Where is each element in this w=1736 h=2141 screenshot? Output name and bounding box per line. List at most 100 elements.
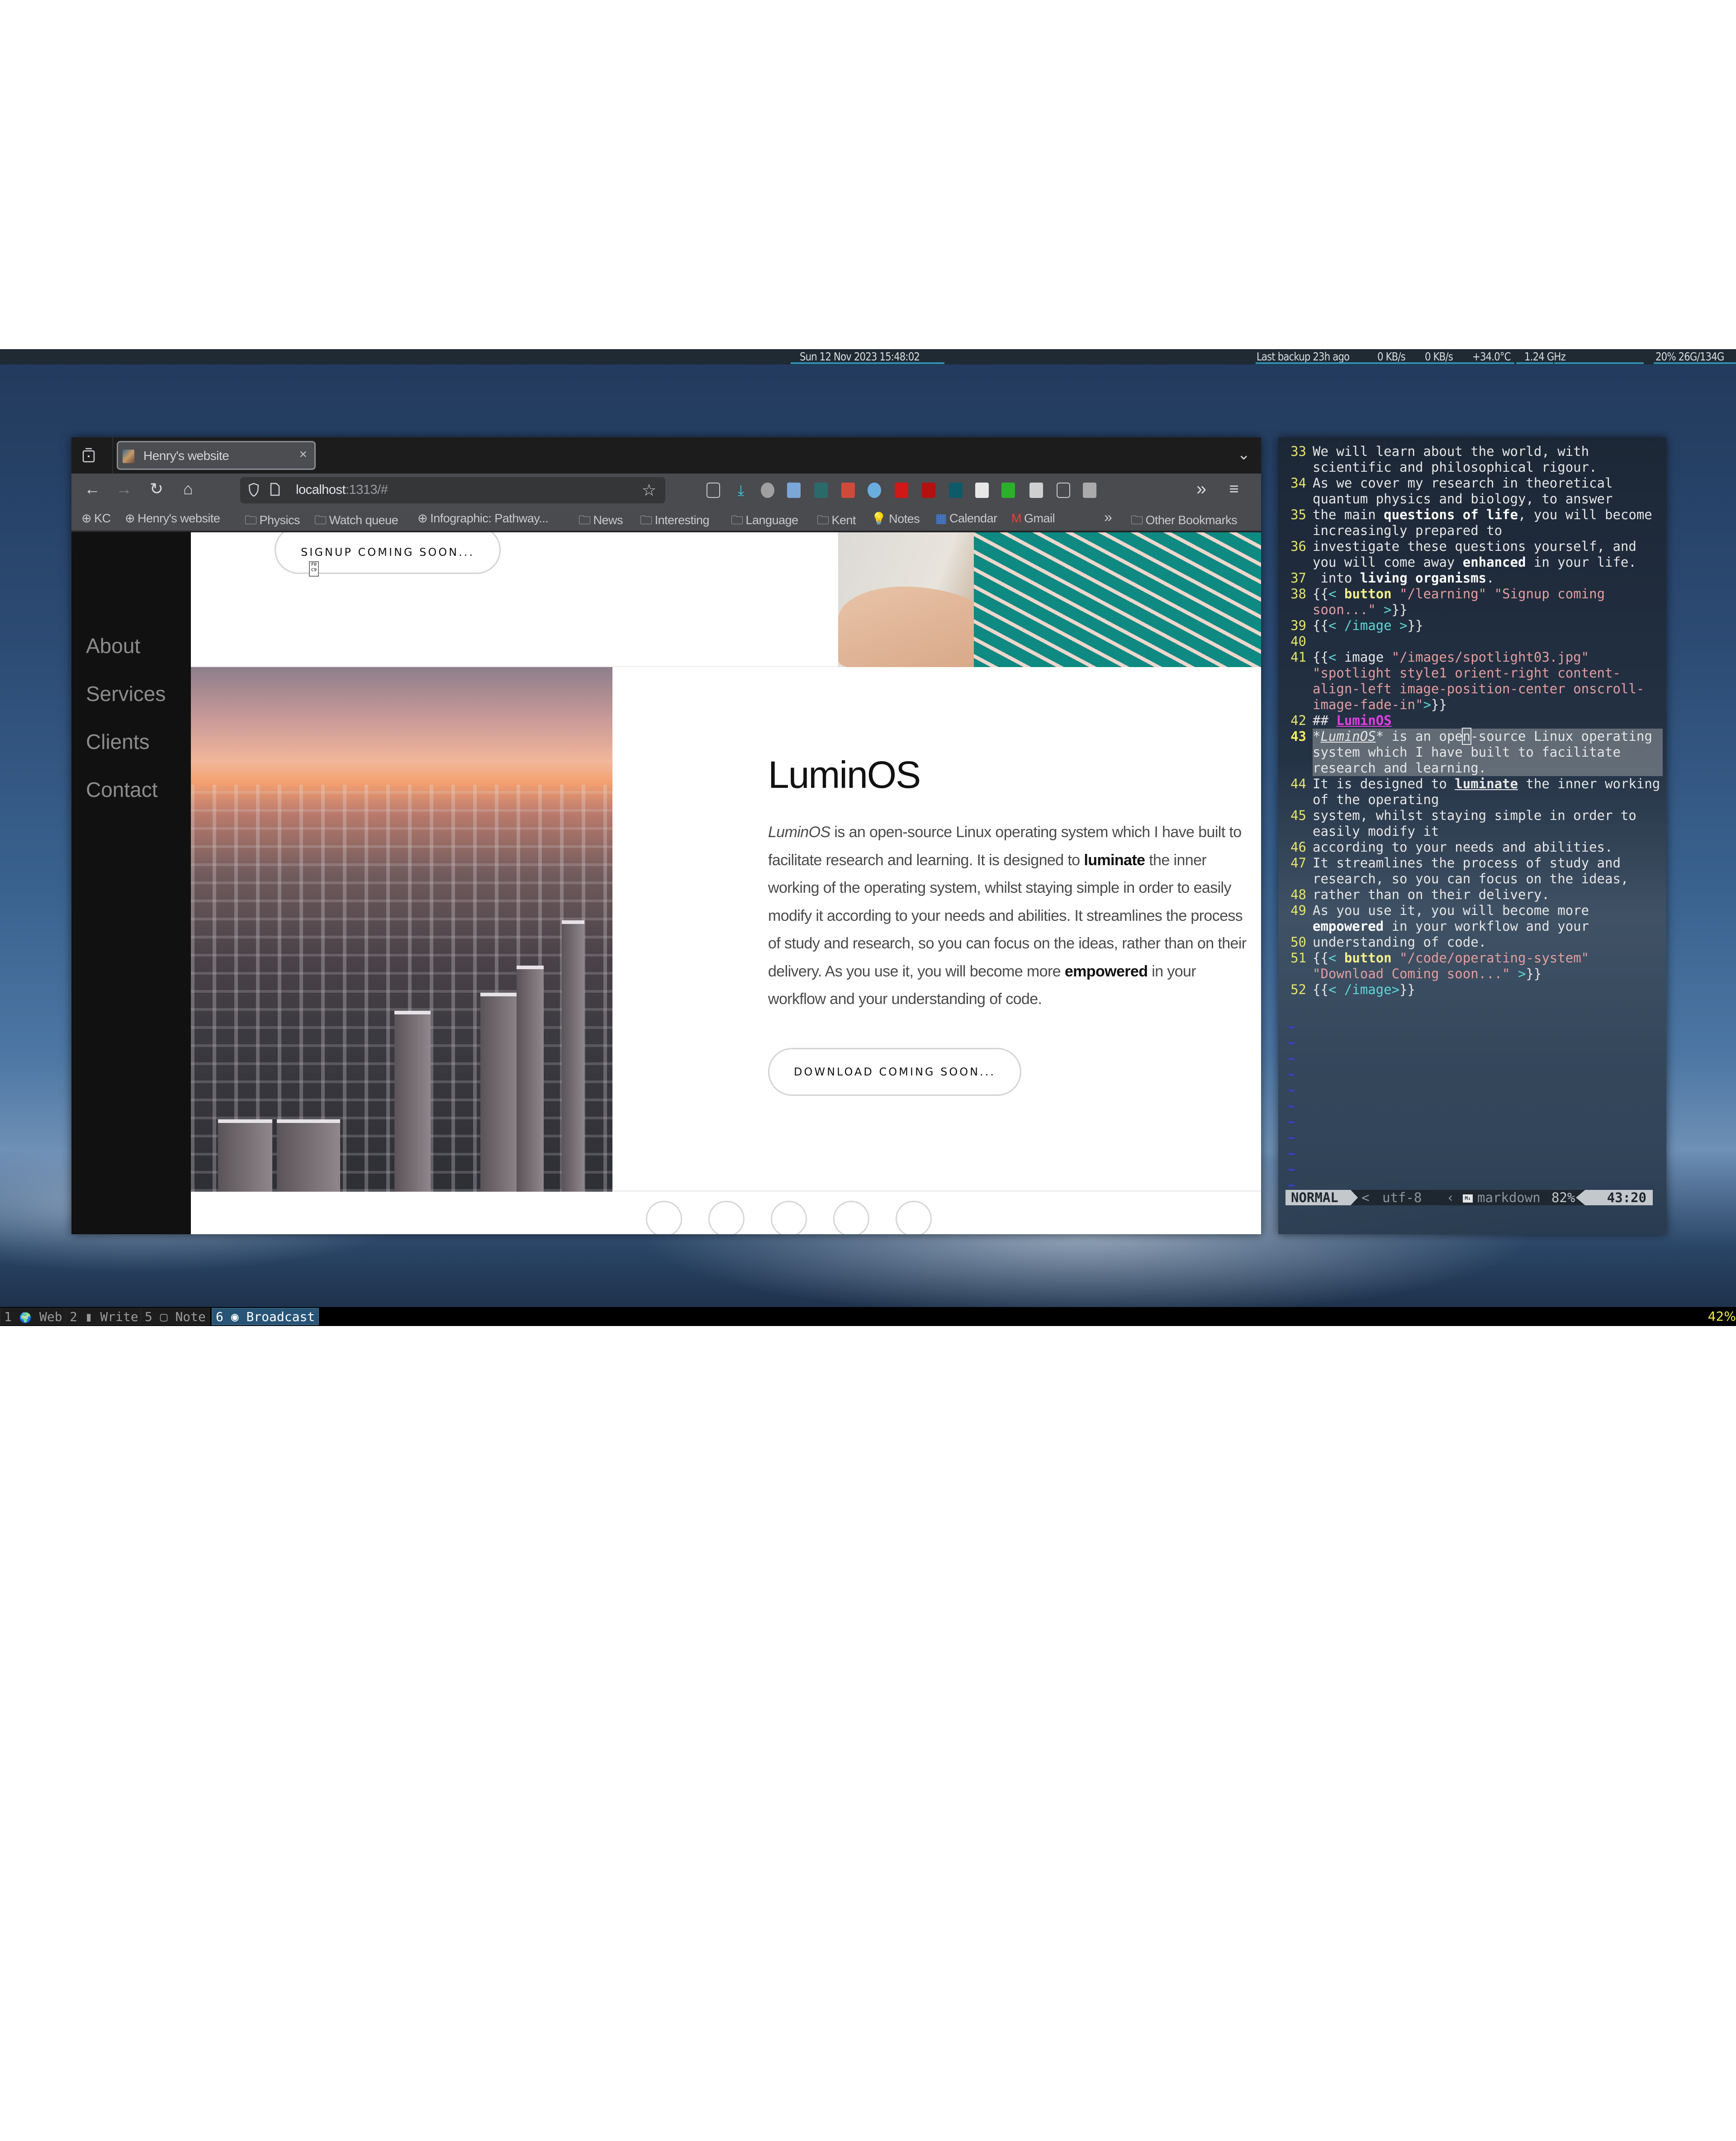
code-line[interactable]: 48 rather than on their delivery. — [1287, 887, 1663, 903]
code-line[interactable]: 51 {{< button "/code/operating-system" "D… — [1287, 950, 1663, 982]
code-line[interactable]: 39 {{< /image >}} — [1287, 618, 1663, 634]
broadcast-icon: ◉ — [231, 1309, 239, 1324]
toolbar-overflow-button[interactable]: » — [1192, 480, 1210, 498]
lock-extension-icon[interactable] — [895, 483, 908, 498]
code-line[interactable]: 38 {{< button "/learning" "Signup coming … — [1287, 586, 1663, 618]
code-line[interactable]: 41 {{< image "/images/spotlight03.jpg" "s… — [1287, 649, 1663, 713]
reader-extension-icon[interactable] — [975, 483, 989, 498]
code-line[interactable]: 42 ## LuminOS — [1287, 713, 1663, 729]
wand-extension-icon[interactable] — [922, 483, 935, 498]
tab-strip: Henry's website × ⌄ — [71, 437, 1261, 474]
url-text[interactable]: localhost:1313/# — [296, 483, 388, 497]
vim-editor-window[interactable]: 33 We will learn about the world, with sc… — [1278, 437, 1666, 1234]
tab-title: Henry's website — [143, 449, 229, 463]
bookmark-infographic-pathway[interactable]: ⊕ Infographic: Pathway... — [417, 512, 549, 526]
back-button[interactable]: ← — [83, 480, 101, 498]
code-line[interactable]: 52 {{< /image>}} — [1287, 982, 1663, 998]
code-line[interactable]: 34 As we cover my research in theoretical… — [1287, 475, 1663, 507]
documents-extension-icon[interactable] — [787, 483, 801, 498]
bookmark-calendar[interactable]: ▦ Calendar — [935, 512, 997, 526]
social-icon[interactable] — [896, 1201, 932, 1234]
bookmark-star-icon[interactable]: ☆ — [642, 481, 656, 500]
city-aerial-photo — [191, 667, 612, 1192]
nav-link-services[interactable]: Services — [86, 682, 166, 706]
h-extension-icon[interactable] — [761, 483, 774, 498]
page-viewport[interactable]: About Services Clients Contact SIGNUP CO… — [71, 532, 1261, 1234]
bookmark-physics[interactable]: 🗀 Physics — [245, 512, 300, 532]
workspace-write[interactable]: 2 ▮ Write — [66, 1308, 142, 1325]
list-all-tabs-chevron-down-icon[interactable]: ⌄ — [1238, 445, 1251, 464]
bookmark-watch-queue[interactable]: 🗀 Watch queue — [314, 512, 398, 532]
bookmarks-overflow-button[interactable]: » — [1104, 509, 1112, 526]
tilde-marker: ~ — [1288, 1021, 1295, 1033]
other-bookmarks-folder[interactable]: 🗀 Other Bookmarks — [1131, 512, 1238, 532]
social-icon[interactable] — [771, 1201, 807, 1234]
home-button[interactable]: ⌂ — [179, 480, 197, 498]
bookmark-kc[interactable]: ⊕ KC — [81, 512, 111, 526]
line-number: 35 — [1290, 507, 1306, 522]
puzzle-extensions-icon[interactable] — [1057, 483, 1070, 498]
code-line[interactable]: 44 It is designed to luminate the inner w… — [1287, 776, 1663, 808]
workspace-broadcast[interactable]: 6 ◉ Broadcast — [212, 1308, 319, 1325]
code-line[interactable]: 47 It streamlines the process of study an… — [1287, 855, 1663, 887]
bookmark-henry-s-website[interactable]: ⊕ Henry's website — [125, 512, 220, 526]
forward-button[interactable]: → — [115, 480, 133, 498]
v-extension-icon[interactable] — [868, 483, 881, 498]
workspace-note[interactable]: 5 ▢ Note — [141, 1308, 210, 1325]
tilde-marker: ~ — [1288, 1147, 1295, 1160]
mouse-cursor-icon: F0 C9 — [309, 561, 319, 577]
tracking-protection-shield-icon[interactable] — [248, 483, 259, 497]
bookmark-kent[interactable]: 🗀 Kent — [817, 512, 856, 532]
nav-link-clients[interactable]: Clients — [86, 729, 150, 754]
editor-buffer[interactable]: 33 We will learn about the world, with sc… — [1287, 444, 1663, 998]
clock: Sun 12 Nov 2023 15:48:02 — [800, 350, 920, 363]
nav-link-contact[interactable]: Contact — [86, 777, 158, 802]
dark-teal-extension-icon[interactable] — [949, 483, 963, 498]
code-line[interactable]: 49 As you use it, you will become more em… — [1287, 903, 1663, 934]
bookmark-interesting[interactable]: 🗀 Interesting — [640, 512, 710, 532]
code-line[interactable]: 36 investigate these questions yourself, … — [1287, 539, 1663, 570]
app-menu-button[interactable]: ≡ — [1225, 480, 1243, 498]
bookmark-notes[interactable]: 💡 Notes — [871, 512, 920, 526]
site-favicon-icon — [123, 450, 134, 463]
code-line[interactable]: 43 *LuminOS* is an open-source Linux oper… — [1287, 728, 1663, 776]
bookmark-news[interactable]: 🗀 News — [579, 512, 623, 532]
line-number: 40 — [1290, 634, 1306, 649]
close-tab-icon[interactable]: × — [299, 447, 307, 462]
social-icon[interactable] — [708, 1201, 745, 1234]
rocket-extension-icon[interactable] — [841, 483, 855, 498]
section-title: LuminOS — [768, 753, 921, 796]
social-icon[interactable] — [646, 1201, 682, 1234]
code-line[interactable]: 37 into living organisms. — [1287, 570, 1663, 586]
nav-link-about[interactable]: About — [86, 634, 140, 658]
url-bar[interactable]: localhost:1313/# ☆ — [240, 477, 665, 503]
net-up: 0 KB/s — [1425, 350, 1453, 363]
download-button[interactable]: DOWNLOAD COMING SOON... — [768, 1048, 1021, 1096]
code-line[interactable]: 40 — [1287, 634, 1663, 649]
downloads-icon[interactable]: ⤓ — [734, 483, 748, 498]
gmail-icon: M — [1011, 512, 1022, 525]
code-line[interactable]: 35 the main questions of life, you will b… — [1287, 507, 1663, 539]
tab-henrys-website[interactable]: Henry's website × — [117, 441, 316, 470]
signup-button[interactable]: SIGNUP COMING SOON... — [275, 532, 501, 574]
page-extension-icon[interactable] — [1029, 483, 1043, 498]
line-number: 51 — [1290, 950, 1306, 966]
cursor-position: 43:20 — [1576, 1190, 1653, 1205]
tab-list-button[interactable] — [81, 447, 96, 464]
code-line[interactable]: 33 We will learn about the world, with sc… — [1287, 444, 1663, 475]
page-info-icon[interactable] — [270, 483, 280, 496]
code-line[interactable]: 46 according to your needs and abilities. — [1287, 839, 1663, 855]
line-number: 44 — [1290, 776, 1306, 791]
privacy-badger-icon[interactable] — [814, 483, 828, 498]
pocket-icon[interactable] — [707, 483, 720, 498]
code-line[interactable]: 45 system, whilst staying simple in order… — [1287, 808, 1663, 839]
gray-extension-icon[interactable] — [1083, 483, 1096, 498]
bookmark-gmail[interactable]: M Gmail — [1011, 512, 1055, 526]
code-line[interactable]: 50 understanding of code. — [1287, 934, 1663, 950]
bookmark-language[interactable]: 🗀 Language — [731, 512, 798, 532]
social-icon[interactable] — [833, 1201, 869, 1234]
green-folder-extension-icon[interactable] — [1001, 483, 1015, 498]
reload-button[interactable]: ↻ — [147, 480, 166, 498]
workspace-web[interactable]: 1 🌍 Web — [0, 1308, 66, 1325]
student-desk-photo — [838, 532, 1261, 667]
